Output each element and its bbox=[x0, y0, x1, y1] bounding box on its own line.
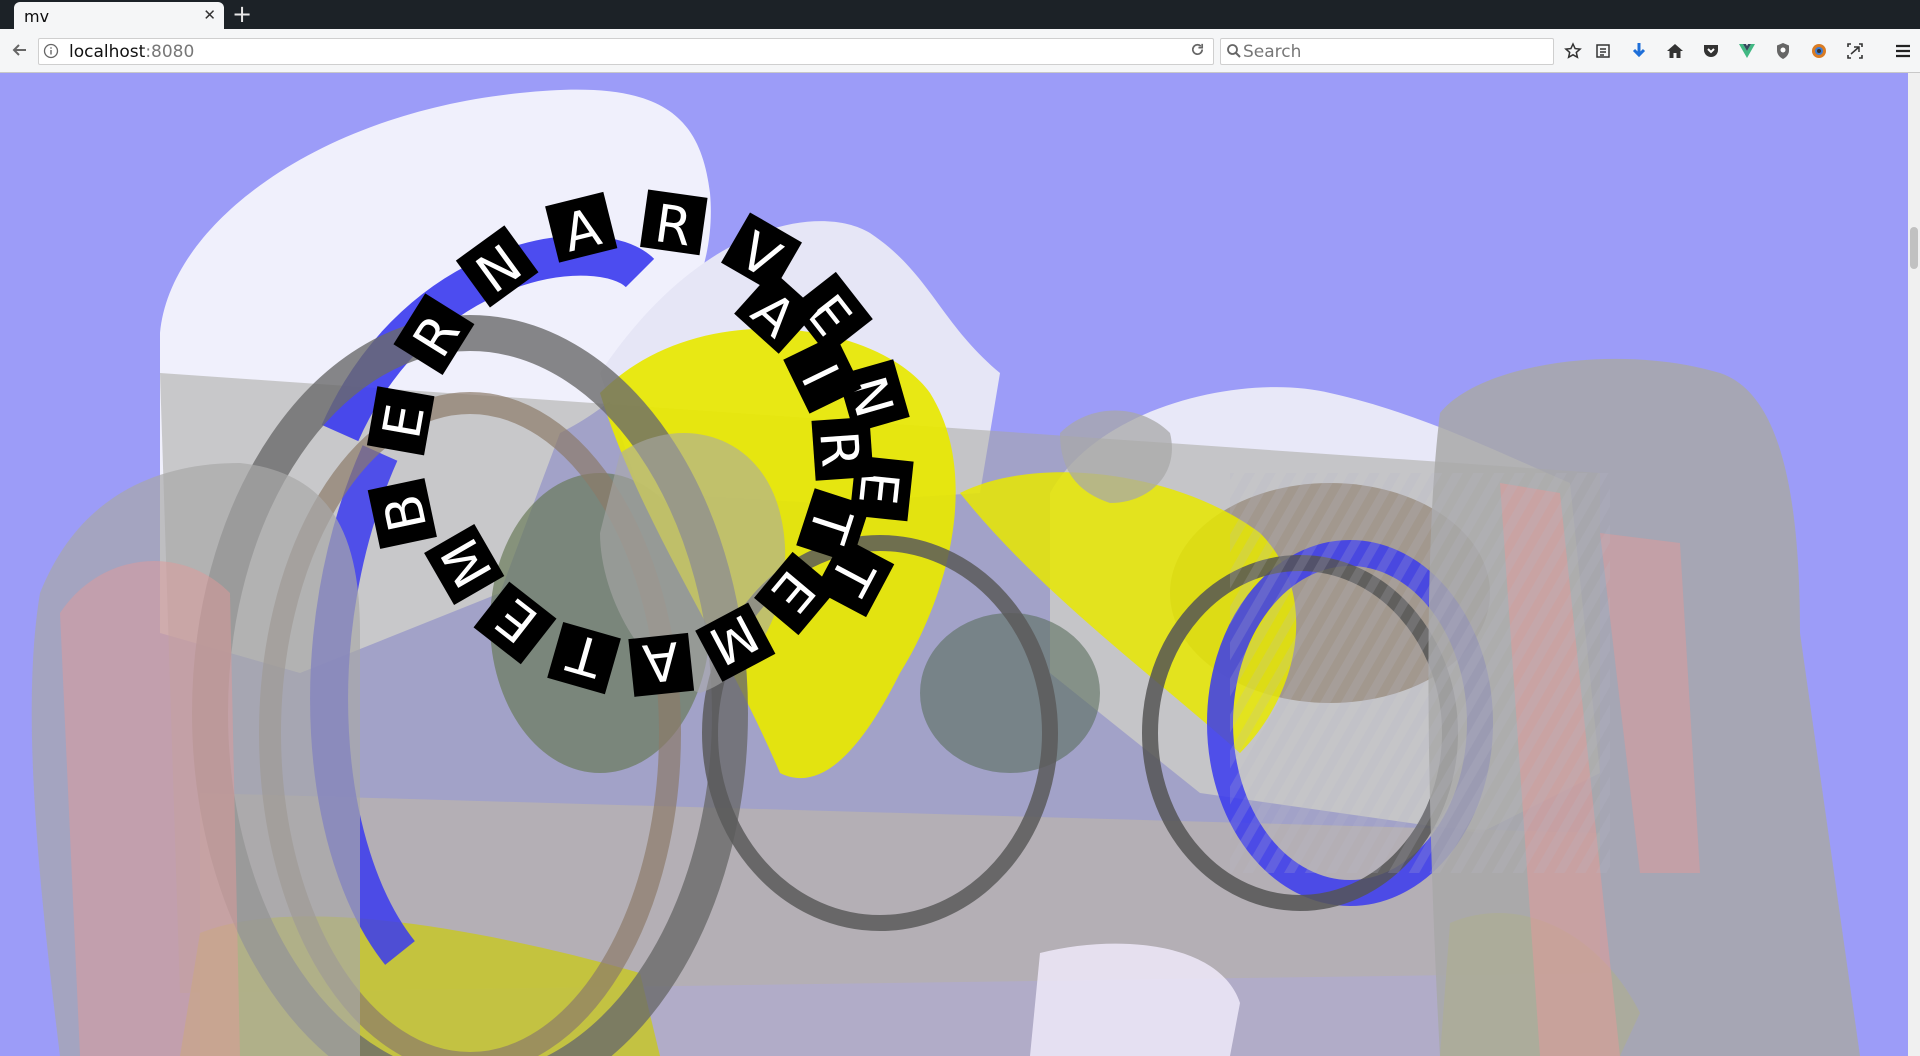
bookmark-star-icon[interactable] bbox=[1560, 38, 1586, 64]
search-bar[interactable]: Search bbox=[1220, 38, 1554, 65]
outer-letter-2: R bbox=[393, 293, 475, 376]
outer-letter-5: R bbox=[640, 189, 708, 259]
circular-title: BERNA R VENET MET A METRIA bbox=[366, 189, 914, 697]
url-port: :8080 bbox=[145, 42, 195, 62]
inner-letter-3: A bbox=[628, 629, 695, 697]
tab-strip: mv ✕ + bbox=[0, 0, 1920, 29]
svg-text:N: N bbox=[466, 234, 533, 305]
svg-text:A: A bbox=[640, 629, 682, 692]
color-picker-icon[interactable] bbox=[1806, 38, 1832, 64]
svg-text:A: A bbox=[740, 281, 807, 350]
inner-letter-4: M bbox=[695, 602, 776, 682]
screenshot-icon[interactable] bbox=[1842, 38, 1868, 64]
navigation-bar: localhost:8080 Search bbox=[0, 29, 1920, 73]
pocket-icon[interactable] bbox=[1698, 38, 1724, 64]
svg-text:M: M bbox=[700, 602, 768, 676]
outer-letter-1: E bbox=[366, 386, 437, 456]
outer-letter-3: N bbox=[455, 225, 539, 308]
svg-text:M: M bbox=[430, 528, 504, 597]
new-tab-icon[interactable]: + bbox=[232, 1, 252, 27]
search-icon bbox=[1226, 43, 1242, 59]
scrollbar-thumb[interactable] bbox=[1910, 227, 1918, 269]
url-bar[interactable]: localhost:8080 bbox=[38, 38, 1214, 65]
shield-icon[interactable] bbox=[1770, 38, 1796, 64]
scrollbar[interactable] bbox=[1908, 73, 1920, 1056]
outer-letter-6: V bbox=[721, 212, 802, 293]
inner-letter-5: E bbox=[754, 551, 838, 636]
vue-devtools-icon[interactable] bbox=[1734, 38, 1760, 64]
inner-letter-2: T bbox=[547, 621, 621, 695]
search-placeholder: Search bbox=[1243, 42, 1302, 62]
inner-letter-7: R bbox=[807, 416, 874, 481]
close-icon[interactable]: ✕ bbox=[203, 6, 216, 24]
url-host: localhost bbox=[69, 42, 146, 62]
home-icon[interactable] bbox=[1662, 38, 1688, 64]
svg-text:R: R bbox=[807, 429, 869, 469]
menu-icon[interactable] bbox=[1890, 38, 1916, 64]
outer-letter-0: B bbox=[367, 478, 439, 549]
reload-icon[interactable] bbox=[1190, 42, 1205, 61]
inner-letter-0: M bbox=[424, 524, 505, 605]
tab-title: mv bbox=[24, 7, 50, 26]
tab-active[interactable]: mv ✕ bbox=[14, 2, 224, 29]
url-text: localhost:8080 bbox=[69, 42, 194, 62]
reader-list-icon[interactable] bbox=[1590, 38, 1616, 64]
inner-letter-9: A bbox=[734, 270, 818, 354]
info-icon[interactable] bbox=[43, 43, 59, 59]
page-canvas: BERNARVENET METAMETRIA bbox=[0, 73, 1920, 1056]
back-arrow-icon[interactable] bbox=[8, 38, 32, 62]
download-icon[interactable] bbox=[1626, 38, 1652, 64]
inner-letter-1: E bbox=[473, 581, 557, 665]
outer-letter-4: A bbox=[545, 191, 618, 265]
